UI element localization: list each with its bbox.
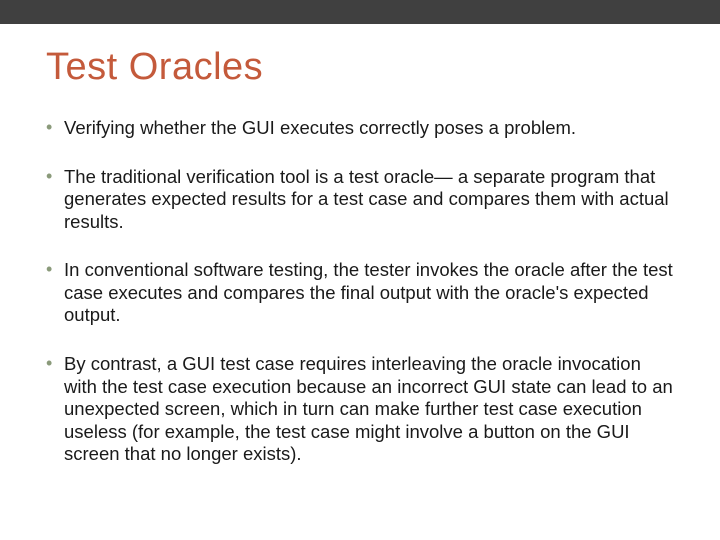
bullet-item: The traditional verification tool is a t… [46,166,674,234]
slide-content: Test Oracles Verifying whether the GUI e… [0,24,720,512]
slide-title: Test Oracles [46,46,674,89]
bullet-list: Verifying whether the GUI executes corre… [46,117,674,466]
top-decoration-bar [0,0,720,24]
bullet-item: By contrast, a GUI test case requires in… [46,353,674,466]
bullet-item: In conventional software testing, the te… [46,259,674,327]
bullet-item: Verifying whether the GUI executes corre… [46,117,674,140]
